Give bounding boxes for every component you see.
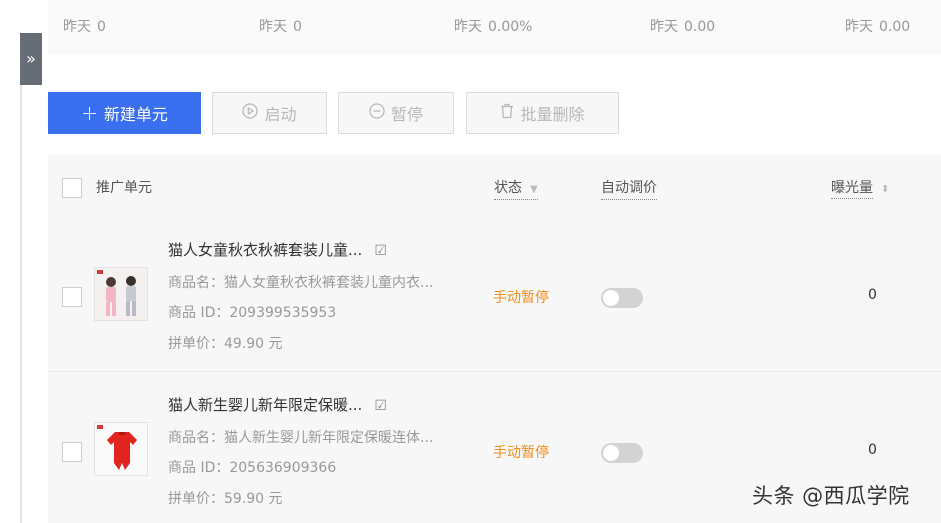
- edit-icon[interactable]: ☑: [374, 398, 387, 414]
- exposure-value: 0: [868, 287, 877, 303]
- unit-name: 猫人新生婴儿新年限定保暖... ☑: [168, 396, 387, 414]
- toggle-knob: [603, 290, 619, 306]
- row-checkbox[interactable]: [62, 442, 82, 462]
- stat-yesterday-3: 昨天 0.00%: [454, 19, 533, 35]
- left-rail-divider: [20, 85, 22, 523]
- trash-icon: [500, 103, 514, 123]
- group-price: 拼单价：49.90 元: [168, 336, 283, 352]
- stat-yesterday-1: 昨天 0: [63, 19, 106, 35]
- baby-romper-icon: [94, 422, 148, 476]
- stat-yesterday-2: 昨天 0: [259, 19, 302, 35]
- status-badge: 手动暂停: [493, 290, 549, 306]
- auto-bid-toggle[interactable]: [601, 443, 643, 463]
- header-unit: 推广单元: [96, 180, 152, 196]
- minus-circle-icon: [369, 103, 385, 123]
- table-row: 猫人女童秋衣秋裤套装儿童... ☑ 商品名：猫人女童秋衣秋裤套装儿童内衣... 商…: [48, 217, 941, 371]
- plus-icon: +: [81, 101, 98, 125]
- sort-icon[interactable]: ⬍: [881, 184, 889, 195]
- watermark: 头条 @西瓜学院: [752, 484, 910, 508]
- table-header: 推广单元 状态 ▼ 自动调价 曝光量 ⬍: [48, 155, 941, 217]
- product-id: 商品 ID：205636909366: [168, 460, 337, 476]
- start-button[interactable]: 启动: [212, 92, 327, 134]
- exposure-value: 0: [868, 442, 877, 458]
- play-circle-icon: [242, 103, 259, 123]
- product-id: 商品 ID：209399535953: [168, 305, 337, 321]
- stats-strip: 昨天 0 昨天 0 昨天 0.00% 昨天 0.00 昨天 0.00: [48, 0, 941, 55]
- header-auto-bid[interactable]: 自动调价: [601, 177, 657, 200]
- product-name: 商品名：猫人女童秋衣秋裤套装儿童内衣...: [168, 275, 434, 291]
- header-exposure[interactable]: 曝光量 ⬍: [831, 177, 889, 199]
- status-badge: 手动暂停: [493, 445, 549, 461]
- pause-button[interactable]: 暂停: [338, 92, 454, 134]
- header-status[interactable]: 状态 ▼: [494, 177, 538, 200]
- filter-icon[interactable]: ▼: [530, 184, 538, 195]
- toggle-knob: [603, 445, 619, 461]
- edit-icon[interactable]: ☑: [374, 243, 387, 259]
- unit-name: 猫人女童秋衣秋裤套装儿童... ☑: [168, 241, 387, 259]
- row-checkbox[interactable]: [62, 287, 82, 307]
- sidebar-expand-button[interactable]: »: [20, 33, 42, 85]
- select-all-checkbox[interactable]: [62, 178, 82, 198]
- product-name: 商品名：猫人新生婴儿新年限定保暖连体...: [168, 430, 434, 446]
- stat-yesterday-5: 昨天 0.00: [845, 19, 911, 35]
- batch-delete-button[interactable]: 批量删除: [466, 92, 619, 134]
- new-unit-button[interactable]: + 新建单元: [48, 92, 201, 134]
- stat-yesterday-4: 昨天 0.00: [650, 19, 716, 35]
- kids-pajamas-icon: [94, 267, 148, 321]
- group-price: 拼单价：59.90 元: [168, 491, 283, 507]
- double-chevron-right-icon: »: [26, 49, 36, 68]
- auto-bid-toggle[interactable]: [601, 288, 643, 308]
